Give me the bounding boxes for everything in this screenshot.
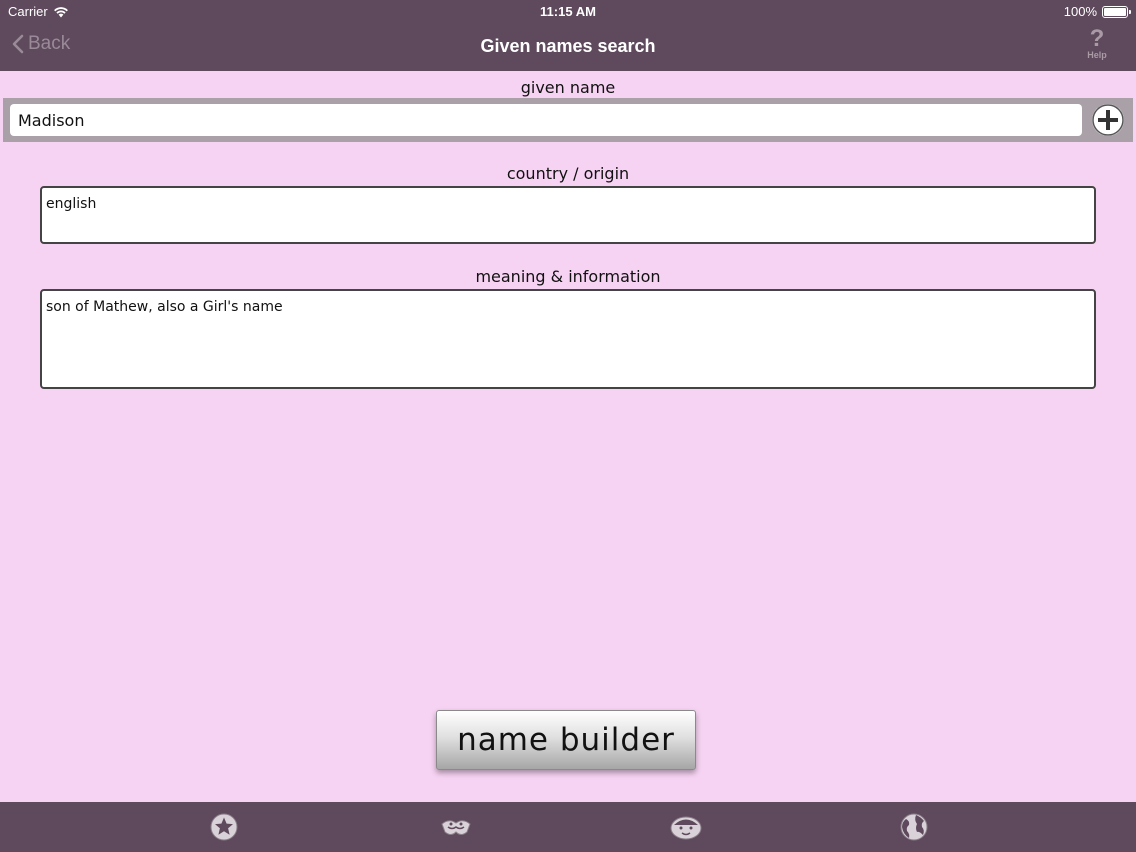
given-name-search-bar — [3, 98, 1133, 142]
help-button[interactable]: ? Help — [1082, 25, 1112, 61]
tab-favorites[interactable] — [207, 810, 241, 844]
plus-circle-icon — [1092, 104, 1124, 136]
star-icon — [210, 813, 238, 841]
tab-baby[interactable] — [669, 810, 703, 844]
tab-world[interactable] — [897, 810, 931, 844]
tab-bar — [0, 802, 1136, 852]
question-mark-icon: ? — [1089, 25, 1105, 52]
add-button[interactable] — [1092, 104, 1124, 136]
baby-face-icon — [670, 816, 702, 840]
handshake-icon — [441, 820, 471, 835]
page-title: Given names search — [480, 36, 656, 56]
help-label: Help — [1087, 50, 1107, 60]
battery-percent: 100% — [1063, 4, 1097, 19]
status-time: 11:15 AM — [540, 4, 596, 19]
name-builder-button[interactable]: name builder — [436, 710, 696, 770]
meaning-label: meaning & information — [475, 267, 661, 286]
given-name-input[interactable] — [10, 104, 1082, 136]
given-name-label: given name — [520, 78, 616, 97]
meaning-field[interactable]: son of Mathew, also a Girl's name — [40, 289, 1096, 389]
top-bar: Carrier 11:15 AM 100% Back Given names s… — [0, 0, 1136, 71]
battery-icon — [1102, 5, 1131, 18]
status-battery: 100% — [1063, 4, 1131, 19]
country-origin-field[interactable]: english — [40, 186, 1096, 244]
globe-icon — [900, 813, 928, 841]
country-origin-label: country / origin — [506, 164, 630, 183]
tab-couples[interactable] — [439, 810, 473, 844]
